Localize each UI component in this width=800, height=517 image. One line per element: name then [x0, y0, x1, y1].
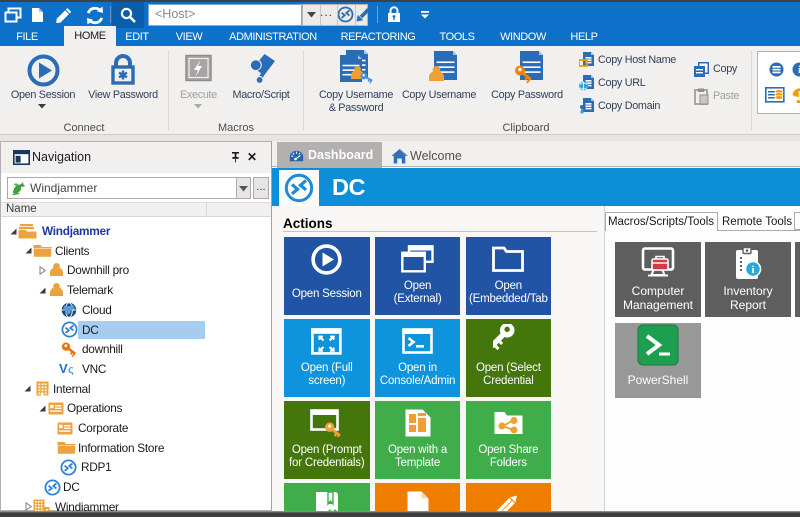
svg-text:i: i	[751, 264, 754, 276]
svg-text:ς: ς	[68, 364, 74, 375]
svg-text:V: V	[59, 362, 68, 375]
